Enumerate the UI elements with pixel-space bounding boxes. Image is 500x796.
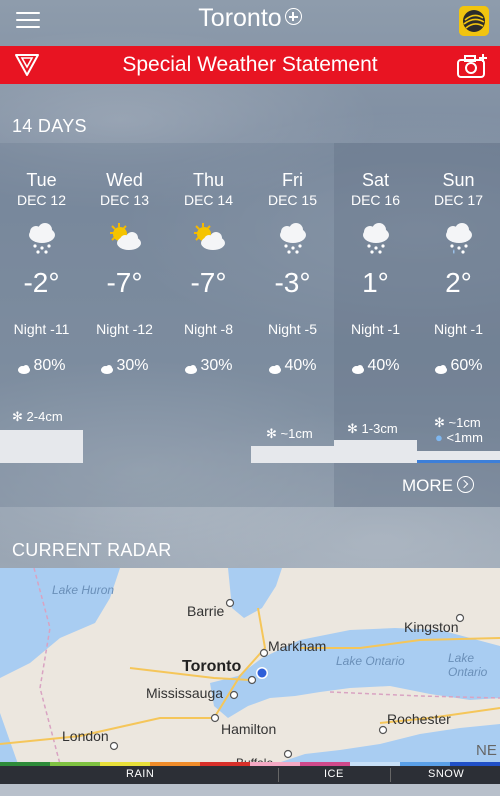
precip-cloud-icon xyxy=(184,361,198,375)
day-high-temp: -2° xyxy=(23,267,60,298)
day-date: DEC 17 xyxy=(433,192,484,208)
precip-amount: ✻ ~1cm xyxy=(434,415,481,430)
precip-probability: 40% xyxy=(251,357,334,375)
snow-cloud-icon xyxy=(363,223,389,254)
snowflake-icon: ✻ xyxy=(347,421,358,436)
map-label-lake-ontario: Lake Ontario xyxy=(336,654,405,668)
precip-probability: 80% xyxy=(0,357,83,375)
precip-amount-bar xyxy=(334,440,417,463)
map-label-lake-ontario-east: Lake Ontario xyxy=(448,651,488,679)
forecast-section-title: 14 DAYS xyxy=(12,116,87,136)
snow-cloud-icon xyxy=(29,223,55,254)
day-high-temp: 1° xyxy=(362,267,389,298)
day-date: DEC 12 xyxy=(16,192,67,208)
day-date: DEC 15 xyxy=(267,192,318,208)
night-temp: Night -12 xyxy=(96,321,153,337)
precip-cloud-icon xyxy=(351,361,365,375)
legend-divider xyxy=(278,768,279,782)
day-name: Fri xyxy=(282,170,303,190)
day-high-temp: 2° xyxy=(445,267,472,298)
add-city-icon[interactable] xyxy=(284,8,302,25)
map-label-lake-huron: Lake Huron xyxy=(52,583,115,597)
precip-probability: 30% xyxy=(83,357,166,375)
map-label-barrie: Barrie xyxy=(187,603,225,619)
precip-percent: 40% xyxy=(367,357,400,374)
precip-percent: 60% xyxy=(450,357,483,374)
day-date: DEC 13 xyxy=(99,192,150,208)
precip-probability: 30% xyxy=(167,357,250,375)
city-title[interactable]: Toronto xyxy=(198,4,281,32)
radar-legend-color-scale xyxy=(0,762,500,766)
night-temp: Night -5 xyxy=(267,321,318,337)
snowflake-icon: ✻ xyxy=(266,426,277,441)
weather-network-logo-icon[interactable] xyxy=(459,6,489,36)
day-name: Sat xyxy=(361,170,390,190)
precip-cloud-icon xyxy=(100,361,114,375)
legend-snow: SNOW xyxy=(428,768,465,780)
map-label-hamilton: Hamilton xyxy=(221,721,277,737)
precip-probability: 60% xyxy=(417,357,500,375)
snow-rain-cloud-icon xyxy=(446,223,472,254)
snowflake-icon: ✻ xyxy=(12,409,23,424)
day-date: DEC 16 xyxy=(350,192,401,208)
precip-cloud-icon xyxy=(268,361,282,375)
precip-percent: 80% xyxy=(33,357,66,374)
radar-map[interactable]: Lake Huron Barrie Kingston Markham Toron… xyxy=(0,568,500,764)
chevron-right-circle-icon xyxy=(457,476,474,494)
precip-amount: ✻ 2-4cm xyxy=(12,409,63,424)
precip-amount-bar xyxy=(251,446,334,463)
legend-divider xyxy=(390,768,391,782)
night-temp: Night -8 xyxy=(183,321,234,337)
precip-amount-rain: ● <1mm xyxy=(435,430,483,445)
map-label-ne: NE xyxy=(476,742,497,759)
sun-cloud-icon xyxy=(194,223,225,250)
alert-text: Special Weather Statement xyxy=(122,53,378,76)
special-weather-statement-banner[interactable]: Special Weather Statement xyxy=(0,46,500,84)
add-photo-camera-icon[interactable] xyxy=(456,53,490,79)
more-button[interactable]: MORE xyxy=(402,476,474,496)
day-name: Wed xyxy=(106,170,143,190)
map-label-rochester: Rochester xyxy=(387,711,451,727)
day-high-temp: -7° xyxy=(190,267,227,298)
snow-cloud-icon xyxy=(280,223,306,254)
day-high-temp: -3° xyxy=(274,267,311,298)
snowflake-icon: ✻ xyxy=(434,415,445,430)
precip-percent: 30% xyxy=(116,357,149,374)
night-temp: Night -1 xyxy=(433,321,484,337)
raindrop-icon: ● xyxy=(435,430,443,445)
day-high-temp: -7° xyxy=(106,267,143,298)
day-date: DEC 14 xyxy=(183,192,234,208)
top-bar: Toronto xyxy=(0,0,500,44)
precip-cloud-icon xyxy=(434,361,448,375)
map-label-london: London xyxy=(62,728,109,744)
precip-percent: 40% xyxy=(284,357,317,374)
precip-percent: 30% xyxy=(200,357,233,374)
precip-cloud-icon xyxy=(17,361,31,375)
sun-cloud-icon xyxy=(110,223,141,250)
radar-legend: RAIN ICE SNOW xyxy=(0,762,500,784)
precip-amount: ✻ 1-3cm xyxy=(347,421,398,436)
night-temp: Night -11 xyxy=(13,321,70,337)
map-label-toronto: Toronto xyxy=(182,658,242,675)
map-label-kingston: Kingston xyxy=(404,619,459,635)
map-label-mississauga: Mississauga xyxy=(146,685,224,701)
map-label-markham: Markham xyxy=(268,638,327,654)
precip-probability: 40% xyxy=(334,357,417,375)
precip-amount-bar xyxy=(0,430,83,463)
day-name: Tue xyxy=(26,170,57,190)
precip-amount: ✻ ~1cm xyxy=(266,426,313,441)
day-name: Thu xyxy=(192,170,225,190)
legend-rain: RAIN xyxy=(126,768,155,780)
legend-ice: ICE xyxy=(324,768,344,780)
rain-amount-bar xyxy=(417,460,500,463)
radar-section-title: CURRENT RADAR xyxy=(12,540,172,560)
night-temp: Night -1 xyxy=(350,321,401,337)
day-name: Sun xyxy=(442,170,475,190)
bottom-strip xyxy=(0,784,500,796)
